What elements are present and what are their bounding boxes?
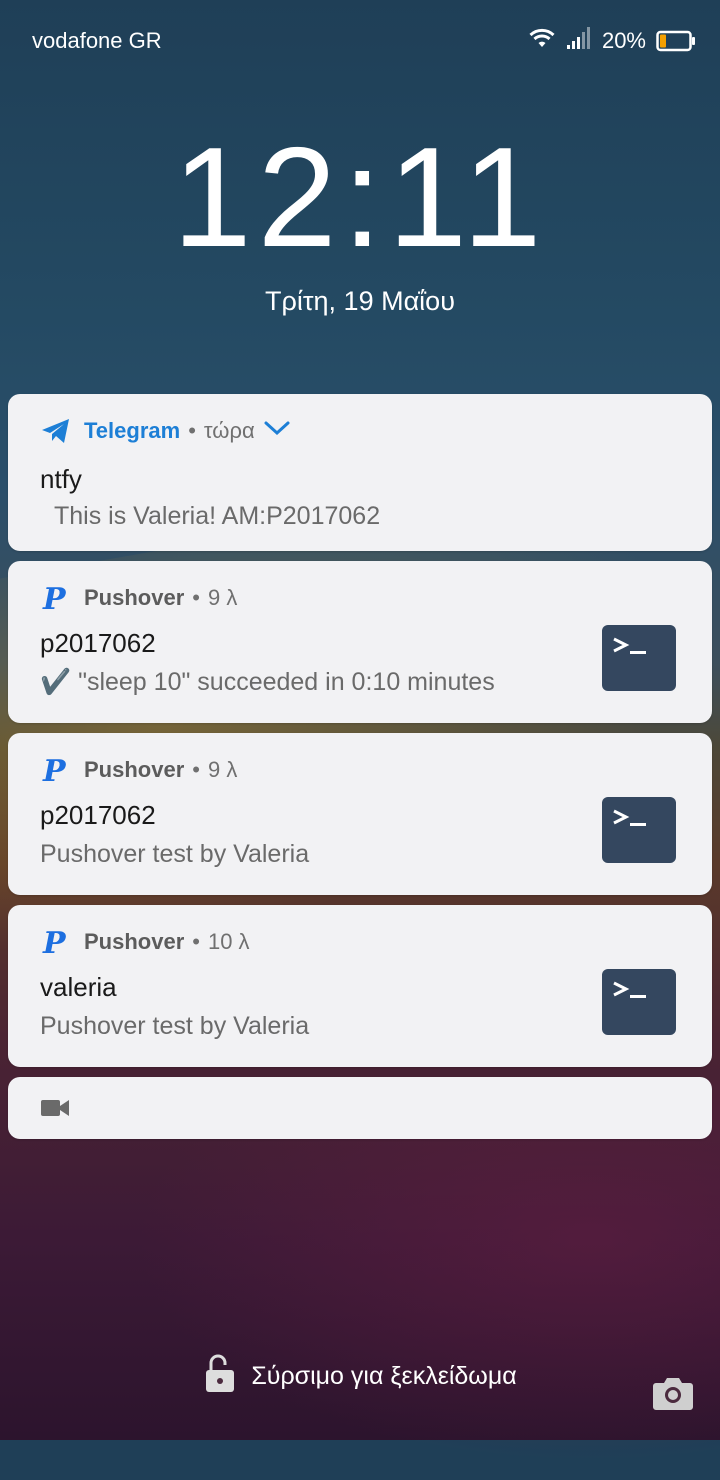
terminal-icon [602, 797, 676, 863]
terminal-icon [602, 625, 676, 691]
notification-time: 10 λ [207, 929, 250, 954]
app-name: Pushover [84, 757, 185, 782]
notification-header: Telegram • τώρα [40, 416, 291, 446]
status-icons: 20% [528, 26, 696, 56]
notification-collapsed[interactable] [8, 1077, 712, 1139]
chevron-down-icon[interactable] [263, 418, 291, 444]
notification-pushover[interactable]: P Pushover • 9 λ p2017062 ✔️ "sleep 10" … [8, 561, 712, 723]
notification-title: p2017062 [40, 800, 156, 830]
notification-body: Pushover test by Valeria [40, 840, 310, 868]
battery-percent: 20% [601, 28, 646, 53]
separator-dot: • [188, 418, 196, 443]
terminal-icon [602, 969, 676, 1035]
notification-body: Pushover test by Valeria [40, 1012, 310, 1040]
notification-pushover[interactable]: P Pushover • 9 λ p2017062 Pushover test … [8, 733, 712, 895]
pushover-icon: P [40, 926, 72, 961]
separator-dot: • [192, 757, 200, 782]
notification-title: p2017062 [40, 628, 156, 658]
app-name: Telegram [84, 418, 181, 443]
unlock-hint[interactable]: Σύρσιμο για ξεκλείδωμα [0, 1352, 720, 1401]
svg-text:P: P [42, 926, 67, 958]
unlock-hint-label: Σύρσιμο για ξεκλείδωμα [251, 1362, 517, 1390]
battery-icon [656, 30, 696, 52]
wifi-icon [528, 27, 556, 55]
notification-telegram[interactable]: Telegram • τώρα ntfy This is Valeria! AM… [8, 394, 712, 551]
notification-body: This is Valeria! AM:P2017062 [54, 502, 381, 530]
pushover-icon: P [40, 754, 72, 789]
carrier-name: vodafone GR [32, 28, 162, 53]
telegram-icon [40, 415, 72, 447]
notification-time: 9 λ [207, 585, 238, 610]
svg-text:P: P [42, 582, 67, 614]
pushover-icon: P [40, 582, 72, 617]
app-name: Pushover [84, 929, 185, 954]
notification-body: ✔️ "sleep 10" succeeded in 0:10 minutes [40, 668, 495, 696]
app-name: Pushover [84, 585, 185, 610]
separator-dot: • [192, 929, 200, 954]
signal-icon [566, 26, 592, 56]
notification-time: τώρα [203, 418, 255, 443]
lockscreen-clock: 12:11 [172, 118, 548, 277]
status-bar: vodafone GR 20% [0, 0, 720, 80]
notification-title: valeria [40, 972, 117, 1002]
lockscreen-date: Τρίτη, 19 Μαΐου [265, 286, 455, 316]
notification-time: 9 λ [207, 757, 238, 782]
notification-title: ntfy [40, 464, 82, 494]
notification-pushover[interactable]: P Pushover • 10 λ valeria Pushover test … [8, 905, 712, 1067]
video-camera-icon [40, 1097, 70, 1124]
notification-header: P Pushover • 9 λ [40, 754, 238, 789]
notification-header: P Pushover • 9 λ [40, 582, 238, 617]
svg-text:P: P [42, 754, 67, 786]
camera-icon[interactable] [652, 1375, 694, 1416]
separator-dot: • [192, 585, 200, 610]
notification-header: P Pushover • 10 λ [40, 926, 250, 961]
lock-icon [203, 1352, 237, 1401]
